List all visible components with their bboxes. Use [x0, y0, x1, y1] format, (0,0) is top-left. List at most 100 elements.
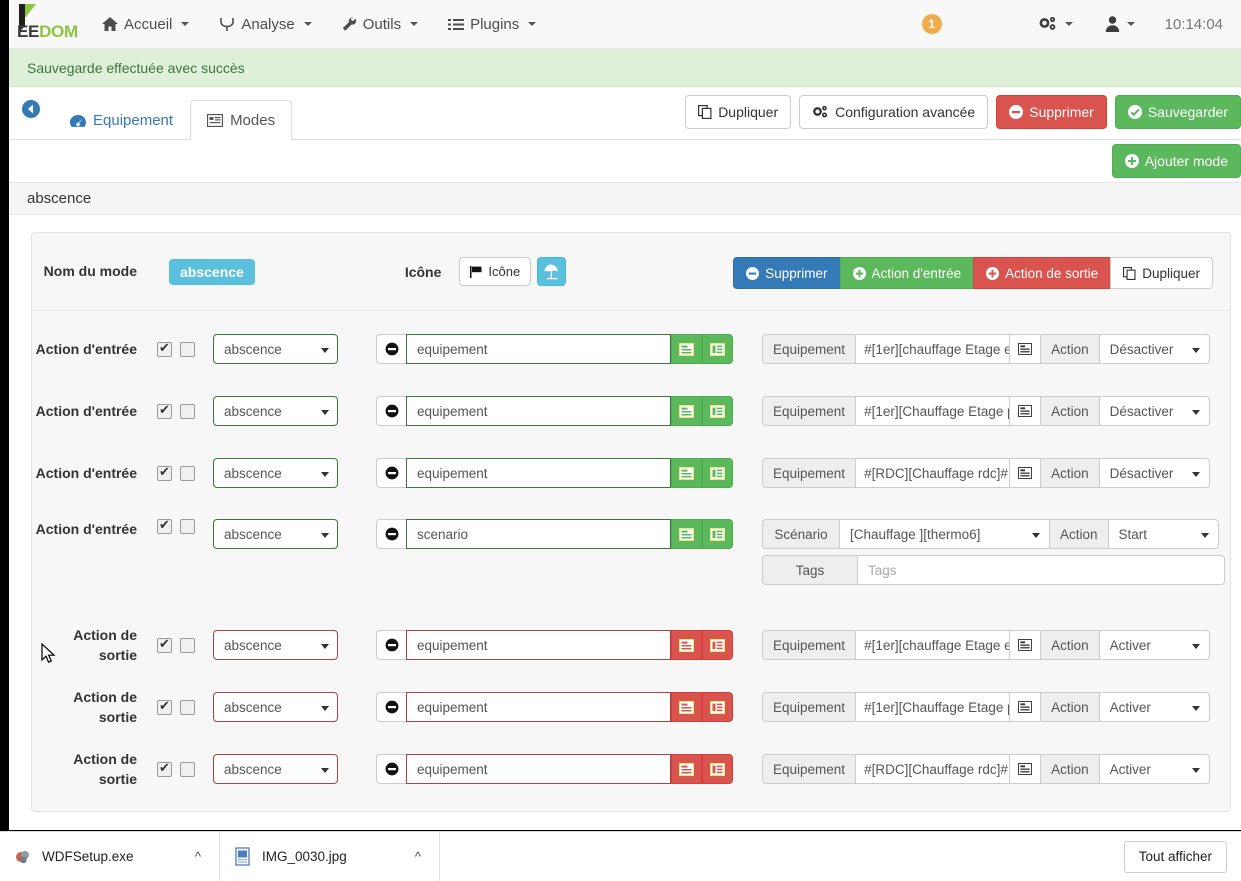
row-remove-button[interactable]: [376, 630, 406, 660]
row-remove-button[interactable]: [376, 396, 406, 426]
row-command-picker-button[interactable]: [671, 458, 702, 488]
show-all-downloads-button[interactable]: Tout afficher: [1123, 840, 1227, 873]
row-remove-button[interactable]: [376, 458, 406, 488]
row-action-select[interactable]: Désactiver: [1099, 396, 1210, 426]
row-action-select[interactable]: Activer: [1099, 692, 1210, 722]
advanced-config-button[interactable]: Configuration avancée: [799, 95, 989, 129]
row-action-select[interactable]: Activer: [1099, 754, 1210, 784]
modes-icon: [207, 114, 224, 127]
row-command-input[interactable]: equipement: [406, 754, 671, 784]
nav-item-accueil[interactable]: Accueil: [87, 0, 204, 49]
row-mode-select[interactable]: abscence: [213, 692, 338, 722]
row-option-input[interactable]: #[1er][chauffage Etage enf: [856, 630, 1011, 660]
user-menu-button[interactable]: [1089, 0, 1151, 49]
row-scenario-picker-button[interactable]: [702, 630, 733, 660]
row-command-picker-button[interactable]: [671, 396, 702, 426]
row-command-picker-button[interactable]: [671, 754, 702, 784]
row-secondary-checkbox[interactable]: [180, 341, 195, 357]
row-enable-checkbox[interactable]: [157, 402, 172, 419]
row-command-input[interactable]: equipement: [406, 334, 671, 364]
row-mode-select[interactable]: abscence: [213, 519, 338, 549]
row-command-picker-button[interactable]: [671, 334, 702, 364]
back-button[interactable]: [9, 87, 53, 139]
row-secondary-checkbox[interactable]: [180, 761, 195, 777]
row-secondary-checkbox[interactable]: [180, 699, 195, 715]
tab-modes[interactable]: Modes: [190, 100, 293, 140]
row-enable-checkbox[interactable]: [157, 340, 172, 357]
brand-logo[interactable]: EEDOM: [9, 0, 87, 49]
row-scenario-picker-button[interactable]: [702, 692, 733, 722]
chevron-up-icon[interactable]: ^: [411, 849, 425, 864]
row-command-picker-button[interactable]: [671, 519, 702, 549]
download-item-wdfsetup[interactable]: WDFSetup.exe ^: [0, 831, 220, 881]
row-option-picker-button[interactable]: [1010, 692, 1042, 722]
duplicate-button[interactable]: Dupliquer: [685, 95, 792, 129]
row-tags-input[interactable]: Tags: [858, 555, 1225, 585]
row-command-input[interactable]: equipement: [406, 396, 671, 426]
row-secondary-checkbox[interactable]: [180, 637, 195, 653]
settings-menu-button[interactable]: [1022, 0, 1089, 49]
row-scenario-picker-button[interactable]: [702, 458, 733, 488]
row-action-select[interactable]: Désactiver: [1099, 334, 1210, 364]
row-option-input[interactable]: #[RDC][Chauffage rdc]#: [856, 754, 1011, 784]
row-command-input[interactable]: equipement: [406, 458, 671, 488]
row-option-picker-button[interactable]: [1010, 754, 1042, 784]
nav-item-analyse[interactable]: Analyse: [204, 0, 326, 49]
row-enable-checkbox[interactable]: [157, 517, 172, 534]
row-enable-checkbox[interactable]: [157, 760, 172, 777]
row-remove-button[interactable]: [376, 334, 406, 364]
row-command-input[interactable]: equipement: [406, 692, 671, 722]
row-action-select[interactable]: Start: [1108, 519, 1219, 549]
mode-name-badge[interactable]: abscence: [169, 258, 255, 285]
mode-delete-button[interactable]: Supprimer: [733, 257, 841, 289]
row-command-input[interactable]: equipement: [406, 630, 671, 660]
row-mode-select[interactable]: abscence: [213, 458, 338, 488]
row-option-input[interactable]: #[RDC][Chauffage rdc]#: [856, 458, 1011, 488]
nav-item-plugins[interactable]: Plugins: [433, 0, 551, 49]
row-option-picker-button[interactable]: [1010, 630, 1042, 660]
row-option-input[interactable]: #[1er][chauffage Etage enf: [856, 334, 1011, 364]
row-command-input[interactable]: scenario: [406, 519, 671, 549]
download-item-img0030[interactable]: IMG_0030.jpg ^: [220, 831, 440, 881]
row-mode-select[interactable]: abscence: [213, 754, 338, 784]
row-remove-button[interactable]: [376, 692, 406, 722]
save-button[interactable]: Sauvegarder: [1114, 95, 1241, 129]
icon-picker-button[interactable]: Icône: [459, 257, 532, 286]
tab-equipement[interactable]: Equipement: [53, 100, 190, 140]
row-option-input[interactable]: #[1er][Chauffage Etage pa: [856, 396, 1011, 426]
row-command-value: equipement: [417, 341, 488, 357]
row-mode-select[interactable]: abscence: [213, 334, 338, 364]
add-mode-button[interactable]: Ajouter mode: [1111, 144, 1241, 178]
delete-button[interactable]: Supprimer: [996, 95, 1107, 129]
row-option-picker-button[interactable]: [1010, 458, 1042, 488]
row-scenario-picker-button[interactable]: [702, 396, 733, 426]
mode-icon-preview[interactable]: [537, 257, 567, 286]
add-exit-action-button[interactable]: Action de sortie: [973, 257, 1112, 289]
row-enable-checkbox[interactable]: [157, 698, 172, 715]
add-entry-action-button[interactable]: Action d'entrée: [839, 257, 975, 289]
row-secondary-checkbox[interactable]: [180, 465, 195, 481]
row-option-picker-button[interactable]: [1010, 334, 1042, 364]
row-scenario-picker-button[interactable]: [702, 334, 733, 364]
row-remove-button[interactable]: [376, 519, 406, 549]
mode-duplicate-button[interactable]: Dupliquer: [1110, 257, 1213, 289]
row-action-select[interactable]: Désactiver: [1099, 458, 1210, 488]
row-remove-button[interactable]: [376, 754, 406, 784]
row-scenario-picker-button[interactable]: [702, 519, 733, 549]
row-secondary-checkbox[interactable]: [180, 519, 195, 534]
notification-badge[interactable]: 1: [921, 14, 942, 34]
row-scenario-select[interactable]: [Chauffage ][thermo6]: [840, 519, 1050, 549]
row-enable-checkbox[interactable]: [157, 636, 172, 653]
row-secondary-checkbox[interactable]: [180, 403, 195, 419]
row-option-input[interactable]: #[1er][Chauffage Etage pa: [856, 692, 1011, 722]
row-command-picker-button[interactable]: [671, 692, 702, 722]
row-mode-select[interactable]: abscence: [213, 630, 338, 660]
row-command-picker-button[interactable]: [671, 630, 702, 660]
row-option-picker-button[interactable]: [1010, 396, 1042, 426]
row-enable-checkbox[interactable]: [157, 464, 172, 481]
nav-item-outils[interactable]: Outils: [327, 0, 433, 49]
row-mode-select[interactable]: abscence: [213, 396, 338, 426]
row-action-select[interactable]: Activer: [1099, 630, 1210, 660]
chevron-up-icon[interactable]: ^: [191, 849, 205, 864]
row-scenario-picker-button[interactable]: [702, 754, 733, 784]
